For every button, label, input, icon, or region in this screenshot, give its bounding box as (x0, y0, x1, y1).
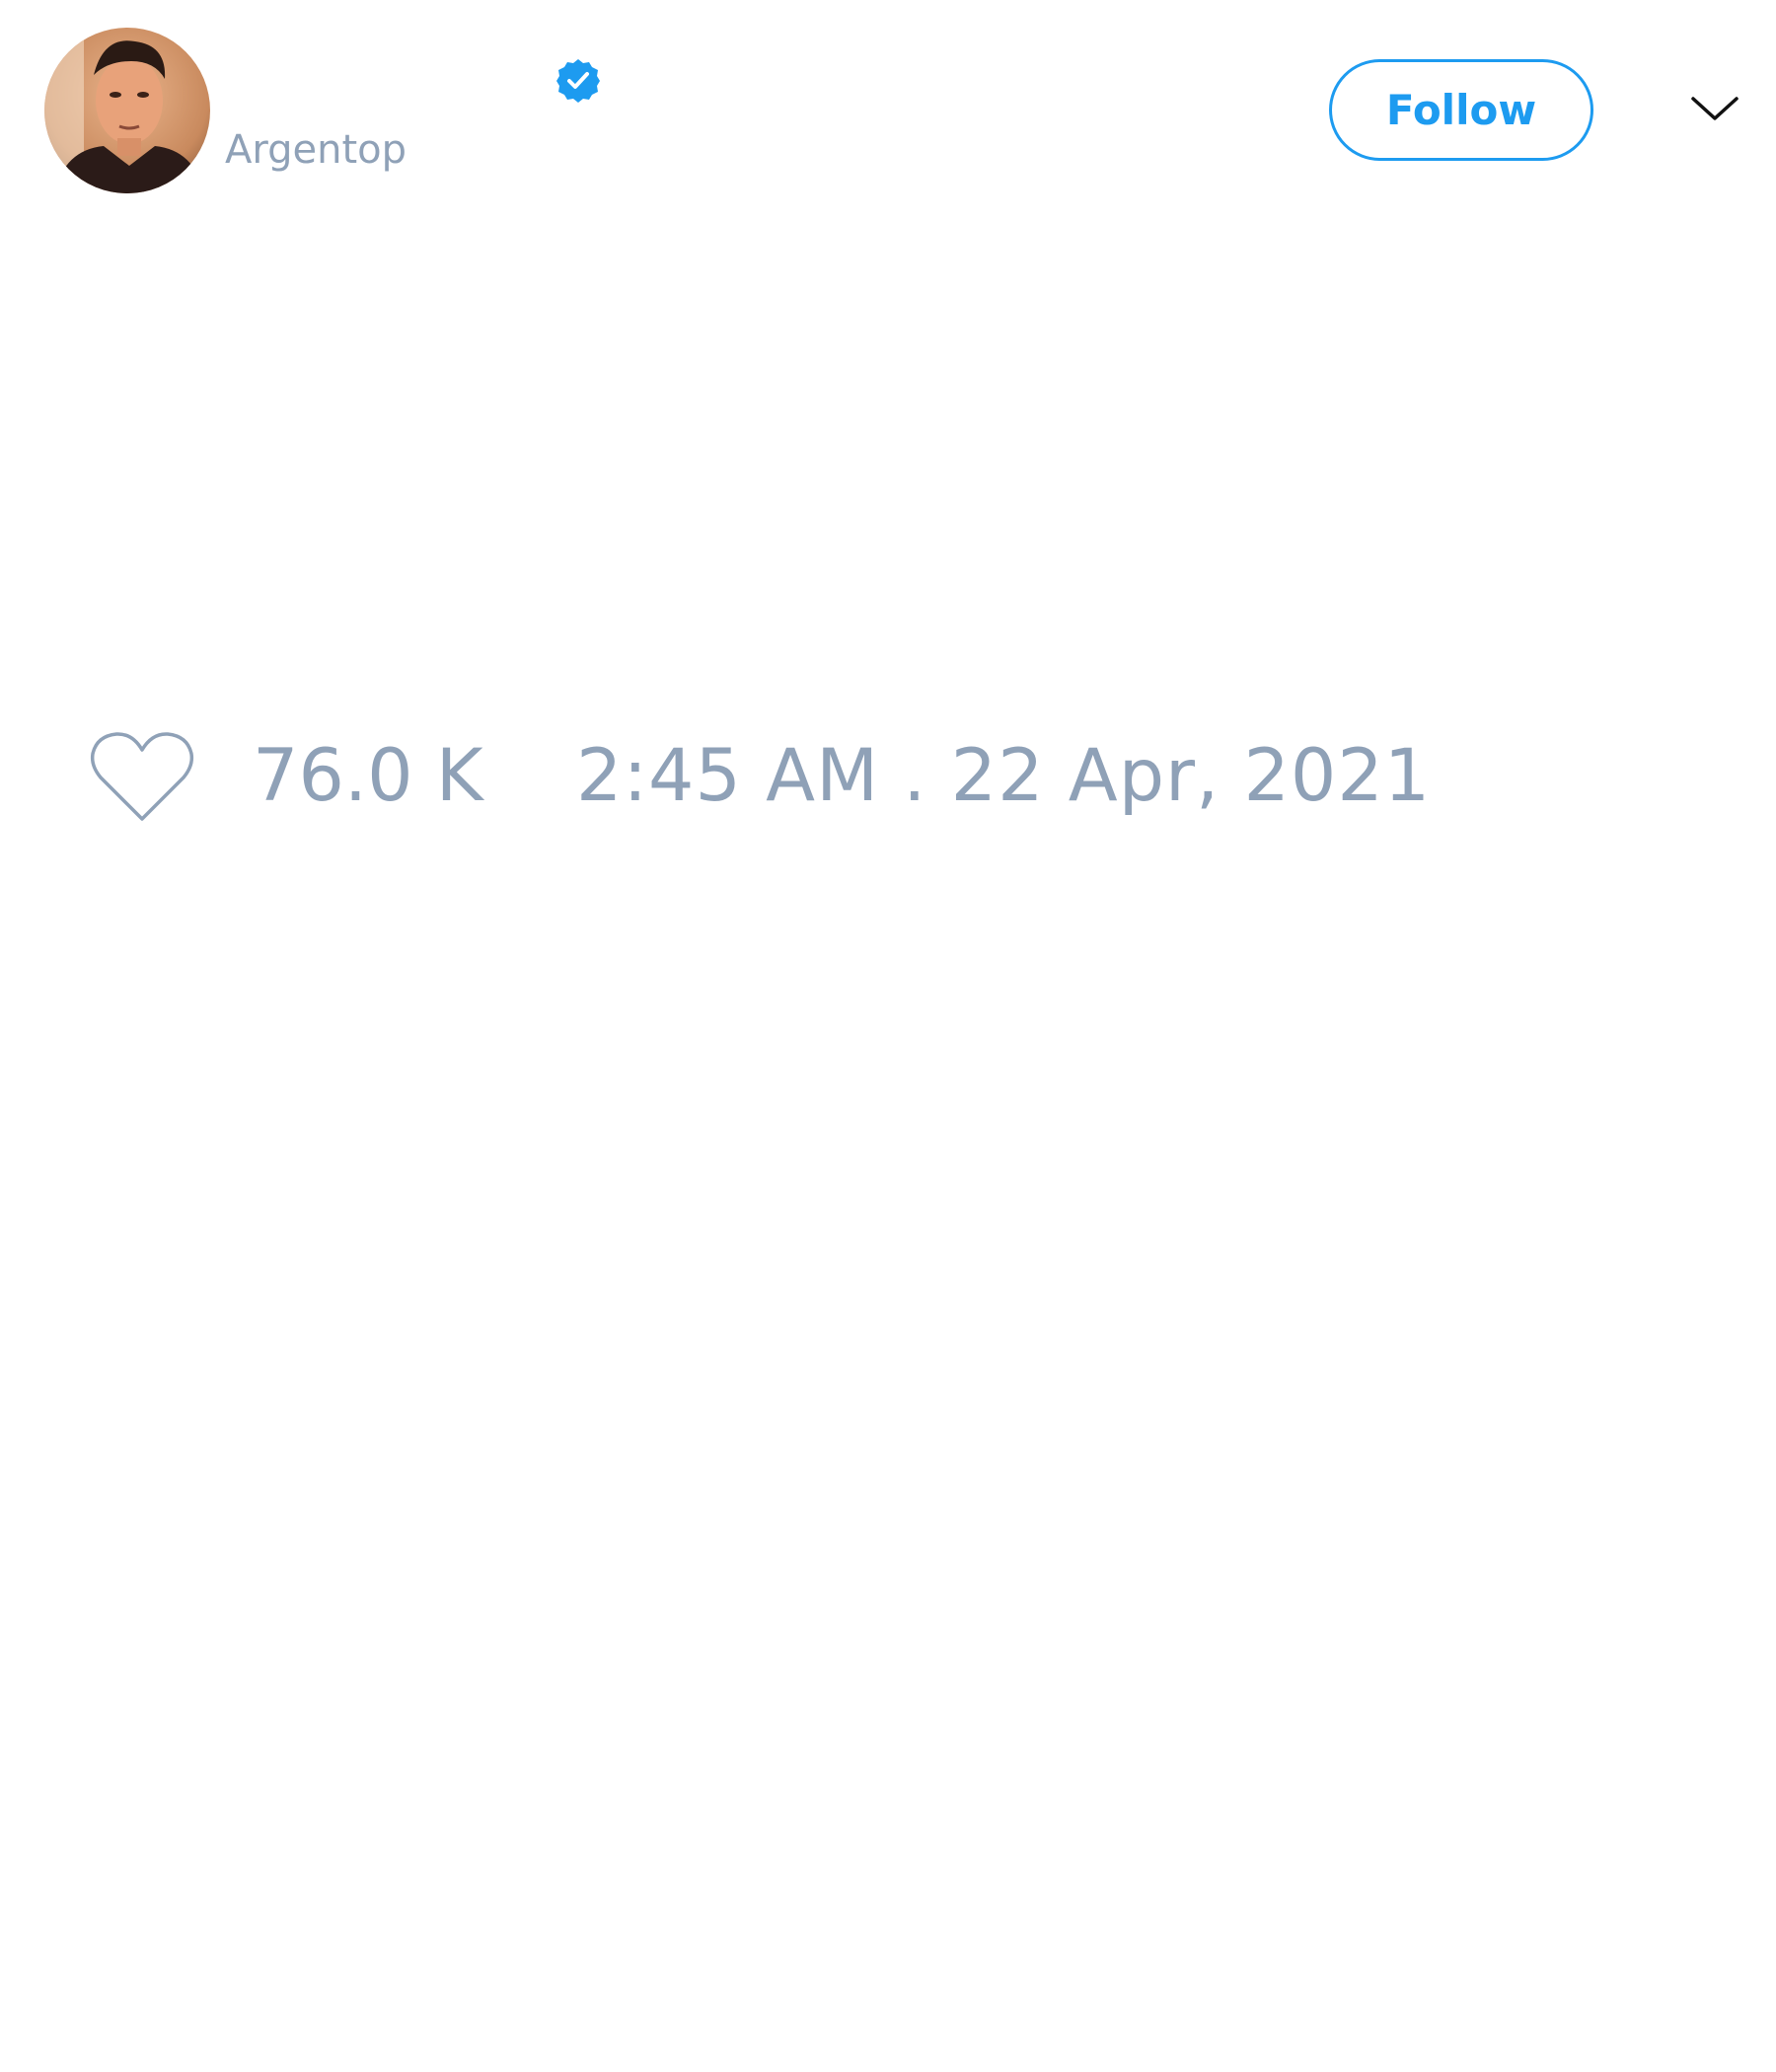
avatar-photo (44, 28, 210, 193)
author-handle[interactable]: Argentop (225, 126, 407, 174)
verified-badge-icon (556, 59, 600, 103)
avatar[interactable] (44, 28, 210, 193)
like-count: 76.0 K (253, 734, 483, 818)
tweet-timestamp[interactable]: 2:45 AM . 22 Apr, 2021 (576, 732, 1431, 821)
follow-button[interactable]: Follow (1329, 59, 1593, 161)
chevron-down-icon[interactable] (1690, 91, 1739, 126)
heart-icon[interactable] (89, 730, 195, 825)
